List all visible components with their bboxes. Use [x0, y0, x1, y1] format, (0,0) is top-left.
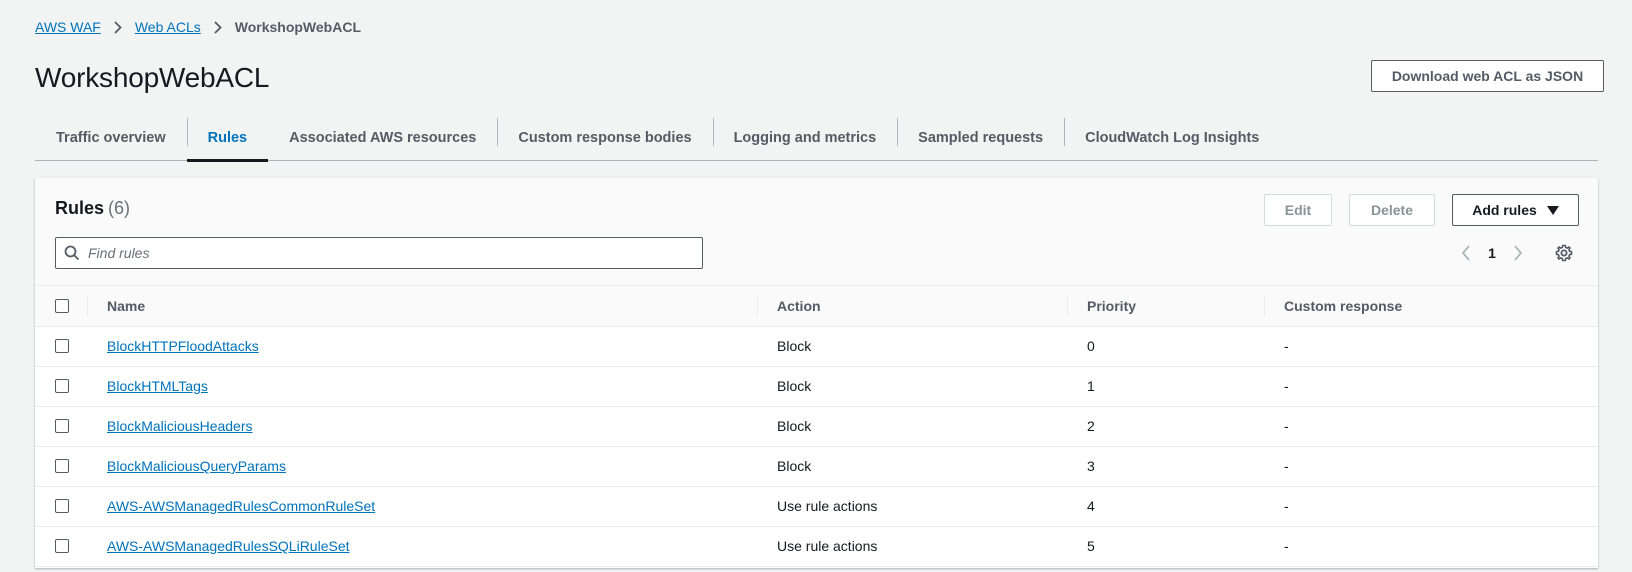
rules-header: Rules(6) Edit Delete Add rules 1 — [35, 178, 1598, 286]
rule-name-link[interactable]: AWS-AWSManagedRulesSQLiRuleSet — [107, 538, 350, 554]
tab-bar: Traffic overview Rules Associated AWS re… — [35, 116, 1598, 162]
rule-action: Use rule actions — [777, 498, 878, 514]
table-header-row: Name Action Priority Custom response — [35, 286, 1598, 326]
page-number[interactable]: 1 — [1479, 245, 1505, 261]
rule-priority: 4 — [1087, 498, 1095, 514]
row-checkbox[interactable] — [55, 539, 69, 553]
column-header-priority-label: Priority — [1087, 297, 1137, 314]
breadcrumb: AWS WAF Web ACLs WorkshopWebACL — [35, 19, 361, 35]
row-checkbox[interactable] — [55, 499, 69, 513]
add-rules-button[interactable]: Add rules — [1452, 194, 1579, 226]
table-row: AWS-AWSManagedRulesSQLiRuleSet Use rule … — [35, 526, 1598, 566]
tab-sampled-requests[interactable]: Sampled requests — [897, 116, 1064, 160]
rule-action: Block — [777, 338, 812, 354]
rule-name-link[interactable]: BlockMaliciousHeaders — [107, 418, 253, 434]
rule-custom-response: - — [1284, 538, 1289, 554]
breadcrumb-web-acls[interactable]: Web ACLs — [135, 19, 201, 35]
rule-action: Block — [777, 418, 812, 434]
rule-priority: 1 — [1087, 378, 1095, 394]
download-json-button[interactable]: Download web ACL as JSON — [1371, 60, 1604, 92]
pagination: 1 — [1453, 241, 1531, 265]
column-header-action-label: Action — [777, 297, 821, 314]
table-row: BlockMaliciousHeaders Block 2 - — [35, 406, 1598, 446]
rules-heading: Rules (6) — [55, 198, 130, 219]
delete-button[interactable]: Delete — [1349, 194, 1435, 226]
table-row: AWS-AWSManagedRulesCommonRuleSet Use rul… — [35, 486, 1598, 526]
tab-cloudwatch-log-insights[interactable]: CloudWatch Log Insights — [1064, 116, 1280, 160]
row-checkbox[interactable] — [55, 459, 69, 473]
rule-priority: 3 — [1087, 458, 1095, 474]
tab-associated-aws-resources[interactable]: Associated AWS resources — [268, 116, 497, 160]
column-header-custom-response-label: Custom response — [1284, 297, 1403, 314]
breadcrumb-aws-waf[interactable]: AWS WAF — [35, 19, 101, 35]
rule-custom-response: - — [1284, 378, 1289, 394]
column-header-name-label: Name — [107, 297, 146, 314]
rule-priority: 2 — [1087, 418, 1095, 434]
add-rules-label: Add rules — [1472, 202, 1537, 218]
chevron-right-icon — [201, 20, 235, 34]
column-header-action[interactable]: Action — [757, 286, 1067, 326]
row-checkbox[interactable] — [55, 339, 69, 353]
select-all-checkbox[interactable] — [55, 298, 69, 313]
rule-priority: 0 — [1087, 338, 1095, 354]
rules-table: Name Action Priority Custom response Blo… — [35, 286, 1598, 567]
rule-custom-response: - — [1284, 458, 1289, 474]
column-header-custom-response[interactable]: Custom response — [1264, 286, 1598, 326]
search-input[interactable] — [88, 245, 702, 261]
rule-action: Use rule actions — [777, 538, 878, 554]
prev-page-icon[interactable] — [1453, 241, 1479, 265]
rule-name-link[interactable]: AWS-AWSManagedRulesCommonRuleSet — [107, 498, 375, 514]
page-title: WorkshopWebACL — [35, 62, 270, 93]
rule-name-link[interactable]: BlockHTMLTags — [107, 378, 208, 394]
tab-logging-and-metrics[interactable]: Logging and metrics — [712, 116, 898, 160]
rules-count: (6) — [108, 198, 131, 218]
table-row: BlockMaliciousQueryParams Block 3 - — [35, 446, 1598, 486]
caret-down-icon — [1546, 205, 1559, 215]
column-header-name[interactable]: Name — [87, 286, 757, 326]
rule-custom-response: - — [1284, 498, 1289, 514]
tab-custom-response-bodies[interactable]: Custom response bodies — [497, 116, 712, 160]
rule-action: Block — [777, 378, 812, 394]
next-page-icon[interactable] — [1505, 241, 1531, 265]
chevron-right-icon — [101, 20, 135, 34]
table-row: BlockHTMLTags Block 1 - — [35, 366, 1598, 406]
rule-name-link[interactable]: BlockHTTPFloodAttacks — [107, 338, 259, 354]
tab-rules[interactable]: Rules — [186, 116, 269, 162]
column-header-priority[interactable]: Priority — [1067, 286, 1264, 326]
tab-traffic-overview[interactable]: Traffic overview — [35, 116, 187, 160]
row-checkbox[interactable] — [55, 379, 69, 393]
header-select-cell — [35, 286, 87, 326]
rules-heading-label: Rules — [55, 198, 105, 218]
gear-icon[interactable] — [1552, 241, 1576, 265]
search-icon — [56, 245, 88, 261]
rule-custom-response: - — [1284, 338, 1289, 354]
search-field — [55, 237, 703, 269]
edit-button[interactable]: Edit — [1264, 194, 1332, 226]
rule-action: Block — [777, 458, 812, 474]
table-row: BlockHTTPFloodAttacks Block 0 - — [35, 326, 1598, 366]
rules-container: Rules(6) Edit Delete Add rules 1 — [35, 178, 1598, 568]
row-checkbox[interactable] — [55, 419, 69, 433]
rule-name-link[interactable]: BlockMaliciousQueryParams — [107, 458, 286, 474]
rule-priority: 5 — [1087, 538, 1095, 554]
rule-custom-response: - — [1284, 418, 1289, 434]
breadcrumb-current: WorkshopWebACL — [234, 19, 361, 35]
